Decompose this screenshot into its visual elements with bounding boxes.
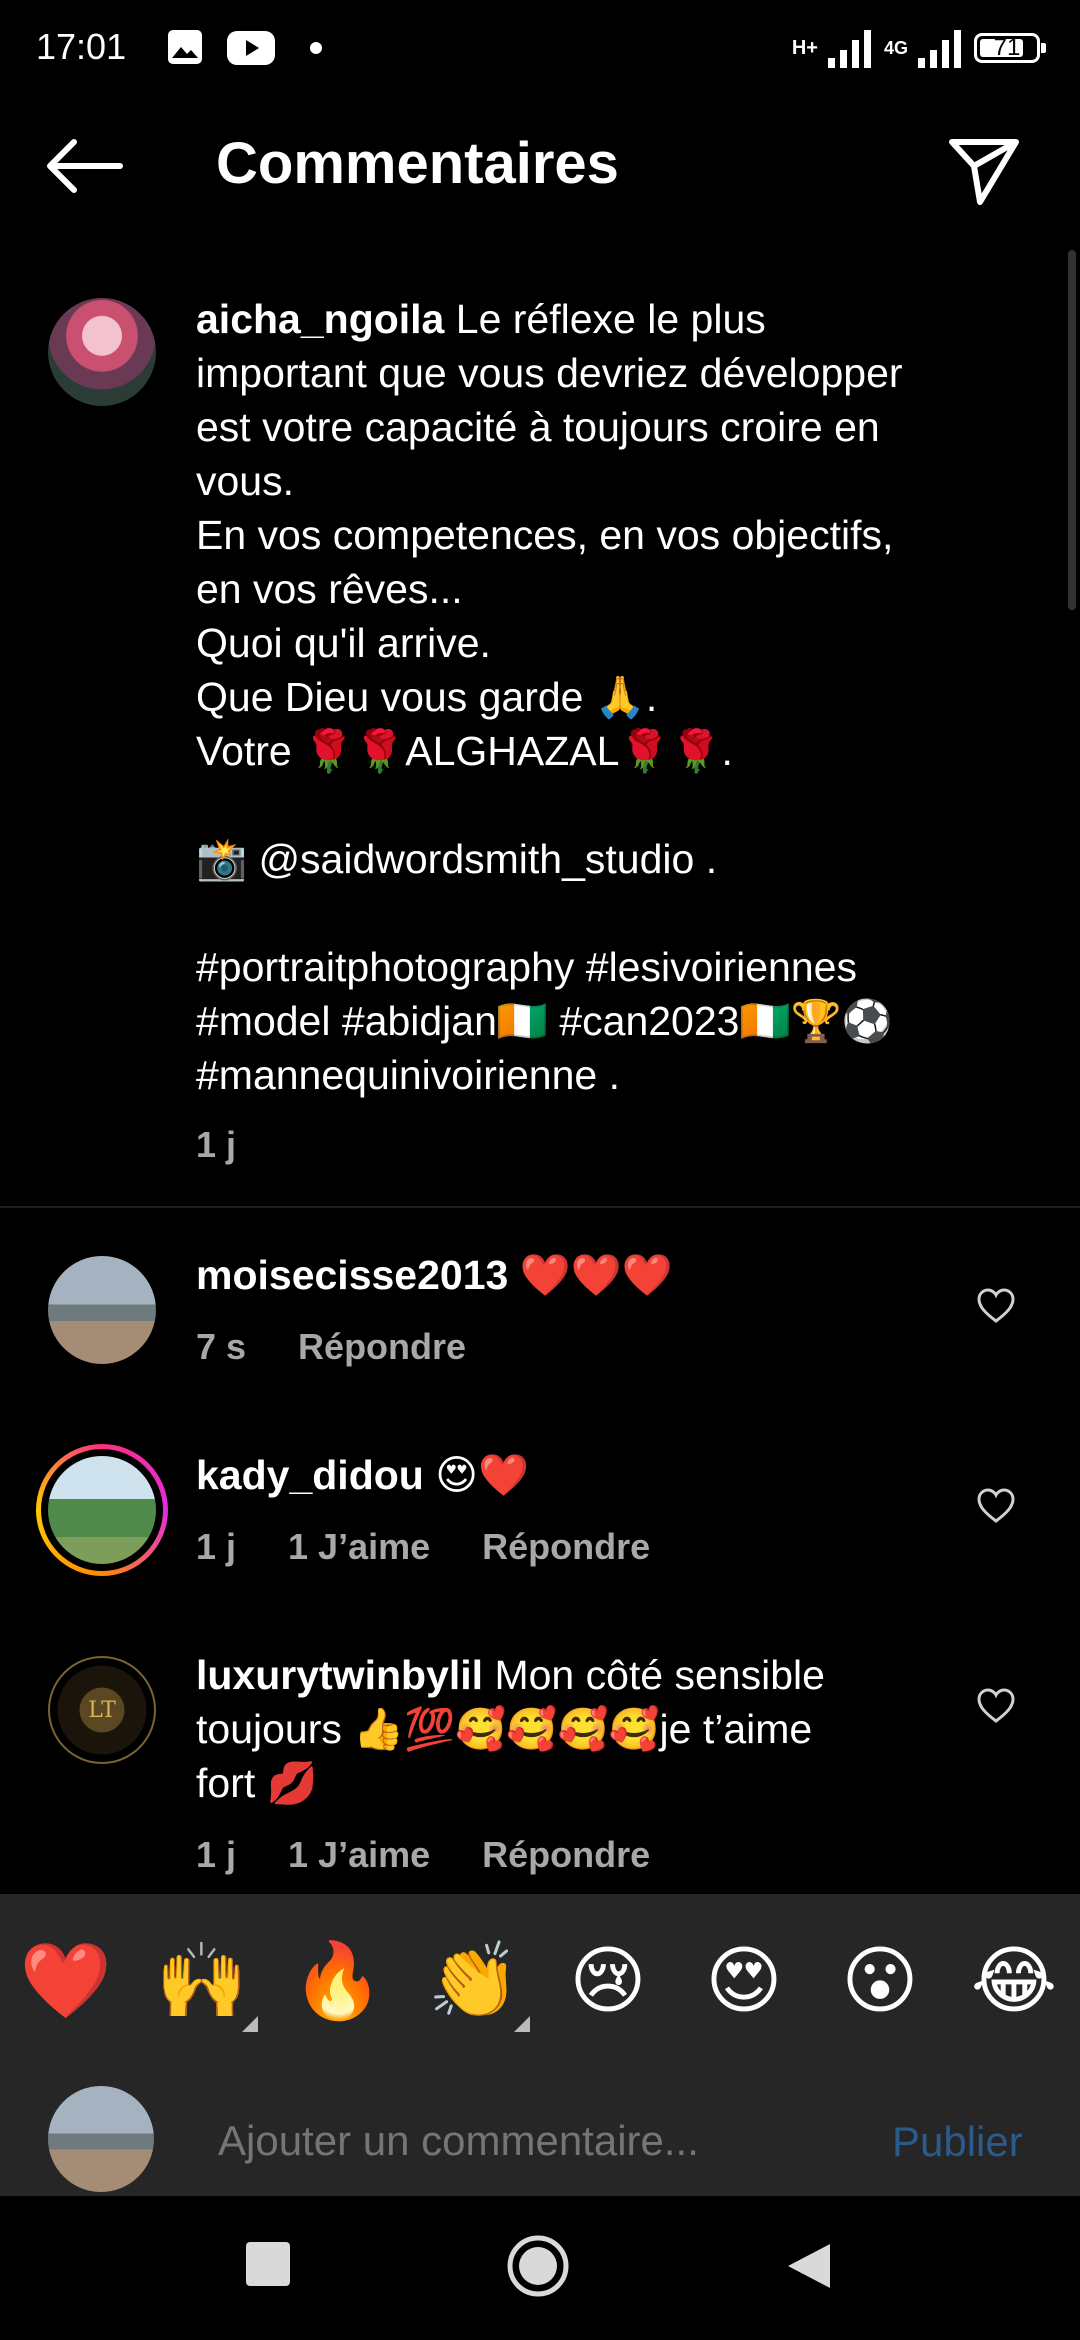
caption-meta: 1 j: [196, 1124, 236, 1166]
caption-line: [196, 778, 1036, 832]
comment-text: kady_didou 😍❤️: [196, 1448, 956, 1502]
caption-line: vous.: [196, 458, 294, 504]
comment-body: Mon côté sensible: [494, 1652, 825, 1698]
reply-button[interactable]: Répondre: [298, 1326, 466, 1368]
header: Commentaires: [0, 96, 1080, 236]
story-ring[interactable]: [36, 1444, 168, 1576]
caption-line: Que Dieu vous garde 🙏.: [196, 674, 658, 720]
signal-2-icon: [918, 30, 961, 68]
emoji-heart-eyes-button[interactable]: 😍: [694, 1936, 794, 2026]
heart-icon[interactable]: [976, 1486, 1016, 1526]
comment-time: 1 j: [196, 1526, 237, 1567]
caption-line: #mannequinivoirienne .: [196, 1052, 620, 1098]
avatar[interactable]: LT: [48, 1656, 156, 1764]
emoji-heart-button[interactable]: ❤️: [16, 1936, 116, 2026]
emoji-surprised-button[interactable]: 😮: [830, 1936, 930, 2026]
recents-button[interactable]: [246, 2242, 290, 2286]
comment-time: 7 s: [196, 1326, 247, 1367]
caption-line: important que vous devriez développer: [196, 350, 903, 396]
comment-input[interactable]: [216, 2116, 860, 2166]
caption-line: en vos rêves...: [196, 566, 463, 612]
youtube-icon: [227, 31, 275, 65]
send-icon[interactable]: [944, 130, 1024, 210]
avatar[interactable]: [48, 298, 156, 406]
comment-body: ❤️❤️❤️: [519, 1252, 673, 1298]
caption-line: En vos competences, en vos objectifs,: [196, 512, 894, 558]
emoji-raised-hands-button[interactable]: 🙌: [152, 1936, 258, 2032]
comment-composer: Publier: [0, 2086, 1080, 2196]
status-bar: 17:01 H+ 4G 71: [0, 0, 1080, 96]
battery-level: 71: [993, 34, 1021, 61]
heart-icon[interactable]: [976, 1286, 1016, 1326]
page-title: Commentaires: [216, 131, 619, 196]
my-avatar: [48, 2086, 154, 2192]
navigation-bar: [0, 2196, 1080, 2340]
comment-meta: 1 j 1 J’aime Répondre: [196, 1834, 650, 1876]
back-arrow-icon[interactable]: [40, 136, 130, 196]
likes-count[interactable]: 1 J’aime: [288, 1526, 430, 1568]
comment-text: moisecisse2013 ❤️❤️❤️: [196, 1248, 956, 1302]
dot-icon: [310, 42, 322, 54]
caption-line: 📸 @saidwordsmith_studio .: [196, 836, 718, 882]
emoji-quick-bar: ❤️ 🙌 🔥 👏 😢 😍 😮 😂: [0, 1894, 1080, 2086]
reply-button[interactable]: Répondre: [482, 1834, 650, 1876]
comment-username[interactable]: moisecisse2013: [196, 1252, 508, 1298]
caption-time: 1 j: [196, 1124, 237, 1165]
avatar[interactable]: [48, 1456, 156, 1564]
comment-meta: 7 s Répondre: [196, 1326, 466, 1368]
skin-tone-indicator: [242, 2016, 258, 2032]
avatar[interactable]: [48, 1256, 156, 1364]
network-type-label: H+: [791, 37, 818, 59]
emoji-crying-button[interactable]: 😢: [558, 1936, 658, 2026]
emoji-laughing-button[interactable]: 😂: [964, 1936, 1064, 2026]
likes-count[interactable]: 1 J’aime: [288, 1834, 430, 1876]
reply-button[interactable]: Répondre: [482, 1526, 650, 1568]
caption-line: #portraitphotography #lesivoiriennes: [196, 944, 857, 990]
emoji-clap-button[interactable]: 👏: [424, 1936, 530, 2032]
signal-icon: [827, 30, 871, 68]
comment-time: 1 j: [196, 1834, 237, 1875]
comment-body: toujours 👍💯🥰🥰🥰🥰je t’aime: [196, 1706, 813, 1752]
caption-line: Votre 🌹🌹ALGHAZAL🌹🌹.: [196, 728, 733, 774]
network-type-2-label: 4G: [883, 38, 908, 58]
caption-line: #model #abidjan🇨🇮 #can2023🇨🇮🏆⚽: [196, 998, 893, 1044]
comment-username[interactable]: kady_didou: [196, 1452, 424, 1498]
caption-line: Le réflexe le plus: [455, 296, 766, 342]
emoji-glyph: 🙌: [155, 1939, 249, 2022]
caption-username[interactable]: aicha_ngoila: [196, 296, 444, 342]
scrollbar[interactable]: [1068, 250, 1076, 610]
comment-username[interactable]: luxurytwinbylil: [196, 1652, 483, 1698]
emoji-fire-button[interactable]: 🔥: [288, 1936, 388, 2026]
heart-icon[interactable]: [976, 1686, 1016, 1726]
battery-icon: 71: [974, 33, 1046, 63]
caption: aicha_ngoila Le réflexe le plus importan…: [196, 292, 1036, 1102]
gallery-icon: [168, 30, 202, 64]
caption-line: Quoi qu'il arrive.: [196, 620, 491, 666]
comment-text: luxurytwinbylil Mon côté sensible toujou…: [196, 1648, 956, 1810]
caption-line: est votre capacité à toujours croire en: [196, 404, 880, 450]
post-button[interactable]: Publier: [892, 2118, 1023, 2166]
back-nav-button[interactable]: [784, 2240, 834, 2292]
comment-body: 😍❤️: [435, 1452, 530, 1498]
skin-tone-indicator: [514, 2016, 530, 2032]
caption-line: [196, 886, 1036, 940]
home-button[interactable]: [506, 2234, 570, 2298]
status-time: 17:01: [36, 26, 127, 67]
comment-body: fort 💋: [196, 1760, 318, 1806]
divider: [0, 1206, 1080, 1208]
emoji-glyph: 👏: [427, 1939, 521, 2022]
comment-meta: 1 j 1 J’aime Répondre: [196, 1526, 650, 1568]
